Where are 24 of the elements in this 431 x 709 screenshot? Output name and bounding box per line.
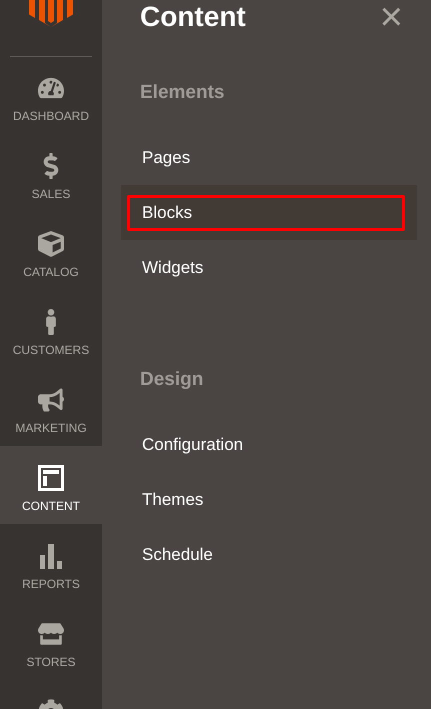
sidebar-item[interactable]: CUSTOMERS [0,290,102,368]
gauge-icon [38,75,64,101]
sidebar-item[interactable]: CATALOG [0,212,102,290]
sidebar-item[interactable]: CONTENT [0,446,102,524]
megaphone-icon [38,387,64,413]
menu-item[interactable]: Blocks [121,185,417,240]
menu-item[interactable]: Themes [121,472,417,527]
menu-item[interactable]: Widgets [121,240,417,295]
section-heading: Elements [139,81,226,105]
layout-icon [38,465,64,491]
sidebar-item[interactable]: DASHBOARD [0,56,102,134]
sidebar-item[interactable]: STORES [0,602,102,680]
store-icon [38,621,64,647]
menu-item[interactable]: Configuration [121,417,417,472]
menu-item[interactable]: Schedule [121,527,417,582]
panel-title: Content [140,0,246,34]
box-icon [38,231,64,257]
menu-item[interactable]: Pages [121,130,417,185]
sidebar-item[interactable]: SALES [0,134,102,212]
sidebar-item[interactable]: REPORTS [0,524,102,602]
close-button[interactable]: × [380,0,403,34]
section-heading: Design [139,368,204,392]
sidebar-item[interactable]: MARKETING [0,368,102,446]
bar-chart-icon [38,543,64,569]
